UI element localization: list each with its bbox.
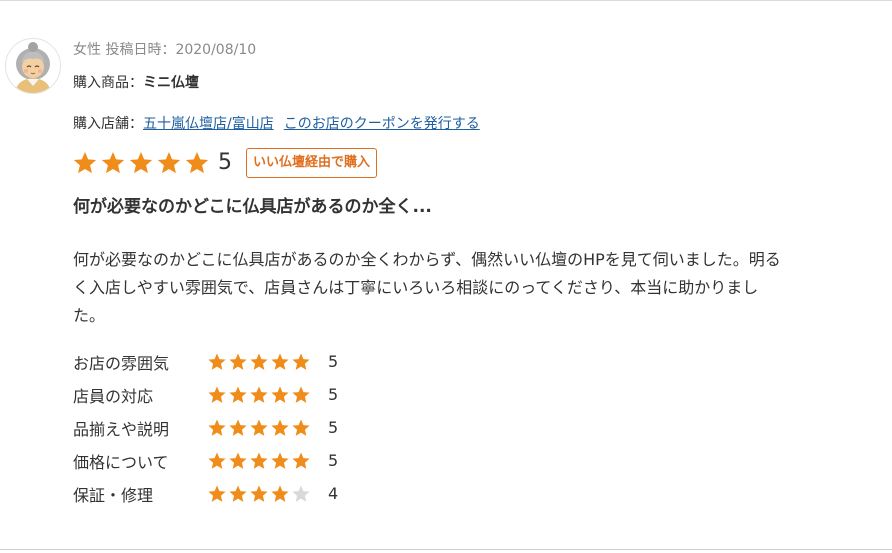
criteria-stars <box>207 418 328 438</box>
shop-link[interactable]: 五十嵐仏壇店/富山店 <box>143 116 274 132</box>
overall-rating: 5 いい仏壇経由で購入 <box>72 147 378 179</box>
star-filled-icon <box>208 353 226 370</box>
star-filled-icon <box>250 386 268 403</box>
star-filled-icon <box>229 386 247 403</box>
star-filled-icon <box>229 353 247 370</box>
star-filled-icon <box>271 485 289 502</box>
star-filled-icon <box>157 151 181 174</box>
star-filled-icon <box>229 452 247 469</box>
star-filled-icon <box>271 452 289 469</box>
star-empty-icon <box>292 485 310 502</box>
criteria-stars <box>207 484 328 504</box>
bottom-divider <box>0 549 892 550</box>
star-filled-icon <box>292 452 310 469</box>
purchase-via-badge: いい仏壇経由で購入 <box>246 148 378 178</box>
criteria-stars <box>207 352 328 372</box>
star-filled-icon <box>185 151 209 174</box>
criteria-score: 5 <box>328 418 339 437</box>
star-filled-icon <box>73 151 97 174</box>
star-filled-icon <box>129 151 153 174</box>
star-filled-icon <box>292 386 310 403</box>
star-filled-icon <box>292 419 310 436</box>
star-filled-icon <box>271 386 289 403</box>
star-filled-icon <box>250 419 268 436</box>
star-filled-icon <box>292 353 310 370</box>
review-meta: 女性 投稿日時：2020/08/10 <box>73 42 257 58</box>
criteria-label: 保証・修理 <box>73 485 154 505</box>
criteria-row: 品揃えや説明 5 <box>73 411 338 444</box>
star-filled-icon <box>229 485 247 502</box>
top-divider <box>0 0 892 1</box>
criteria-score: 5 <box>328 451 339 470</box>
star-filled-icon <box>250 485 268 502</box>
review-body: 何が必要なのかどこに仏具店があるのか全くわからず、偶然いい仏壇のHPを見て伺いま… <box>73 250 781 325</box>
criteria-stars <box>207 451 328 471</box>
purchased-product: 購入商品：ミニ仏壇 <box>73 74 199 92</box>
criteria-score: 5 <box>328 352 339 371</box>
criteria-label: お店の雰囲気 <box>73 353 170 373</box>
product-name: ミニ仏壇 <box>143 75 199 91</box>
criteria-row: 保証・修理 4 <box>73 477 338 510</box>
criteria-label: 品揃えや説明 <box>73 419 170 439</box>
overall-score: 5 <box>218 150 232 175</box>
review-title: 何が必要なのかどこに仏具店があるのか全く... <box>73 197 432 217</box>
criteria-score: 4 <box>328 484 339 503</box>
star-filled-icon <box>250 353 268 370</box>
star-filled-icon <box>101 151 125 174</box>
criteria-row: 価格について 5 <box>73 444 338 477</box>
star-filled-icon <box>271 353 289 370</box>
star-filled-icon <box>229 419 247 436</box>
star-filled-icon <box>271 419 289 436</box>
star-filled-icon <box>250 452 268 469</box>
shop-label: 購入店舗： <box>73 116 143 132</box>
criteria-row: お店の雰囲気 5 <box>73 345 338 378</box>
elderly-woman-avatar-icon <box>5 38 61 94</box>
star-filled-icon <box>208 485 226 502</box>
overall-stars <box>72 150 210 176</box>
criteria-score: 5 <box>328 385 339 404</box>
star-filled-icon <box>208 452 226 469</box>
star-filled-icon <box>208 419 226 436</box>
coupon-link[interactable]: このお店のクーポンを発行する <box>284 116 480 132</box>
criteria-stars <box>207 385 328 405</box>
criteria-label: 価格について <box>73 452 169 472</box>
criteria-label: 店員の対応 <box>73 386 154 406</box>
criteria-row: 店員の対応 5 <box>73 378 338 411</box>
purchased-shop: 購入店舗：五十嵐仏壇店/富山店 このお店のクーポンを発行する <box>73 115 480 133</box>
criteria-ratings: お店の雰囲気 5 店員の対応 5 品揃えや説明 5 価格について 5 保証・修理 4 <box>73 345 338 510</box>
product-label: 購入商品： <box>73 75 143 91</box>
star-filled-icon <box>208 386 226 403</box>
